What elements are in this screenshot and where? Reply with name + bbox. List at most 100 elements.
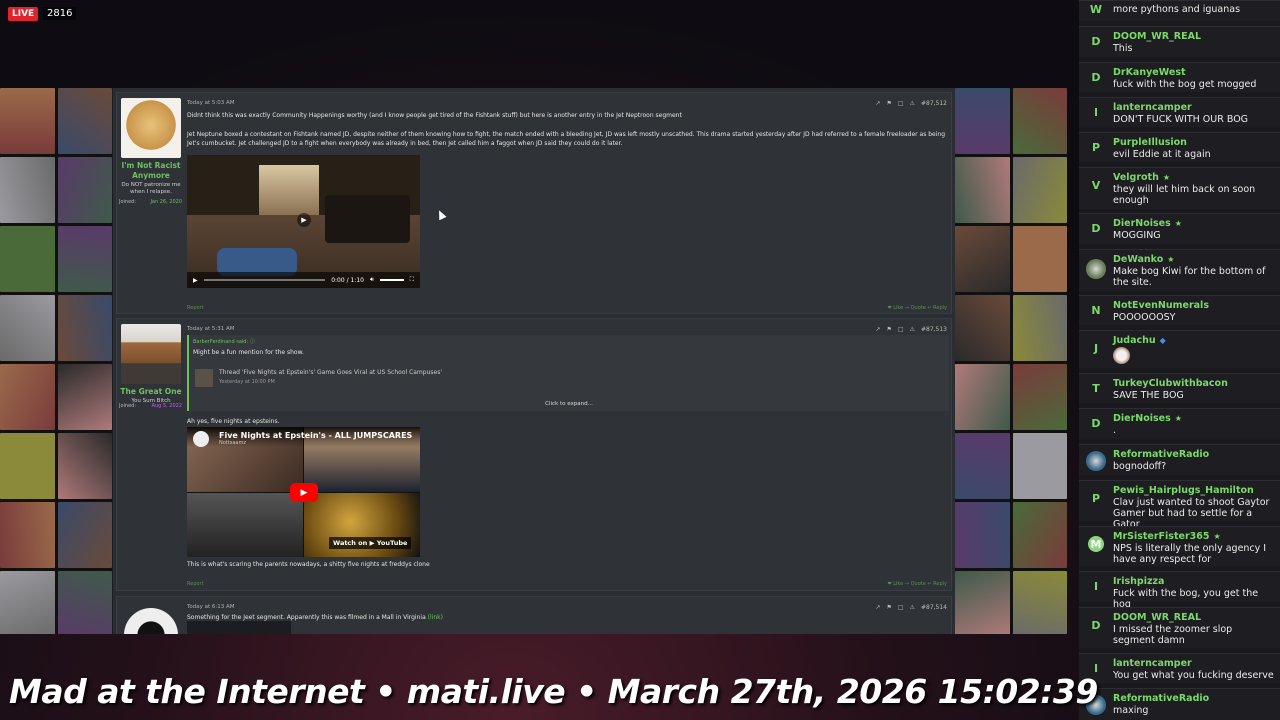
fullscreen-icon[interactable]: ⛶ — [410, 276, 414, 284]
user-badge-icon[interactable]: P — [1088, 490, 1104, 506]
play-icon[interactable]: ▶ — [297, 213, 311, 227]
flag-icon[interactable]: ⚑ — [887, 326, 892, 333]
user-badge-icon[interactable]: N — [1088, 302, 1104, 318]
post-actions[interactable]: ❤ Like → Quote ↩ Reply — [887, 305, 947, 311]
chat-username[interactable]: Irishpizza — [1113, 576, 1164, 587]
yt-channel[interactable]: Nottsaamz — [219, 440, 420, 446]
avatar[interactable] — [121, 324, 181, 384]
bookmark-icon[interactable]: □ — [898, 326, 904, 333]
report-link[interactable]: Report — [187, 305, 204, 311]
chat-username-text[interactable]: Pewis_Hairplugs_Hamilton — [1113, 485, 1254, 496]
click-to-expand[interactable]: Click to expand... — [189, 401, 949, 407]
user-badge-icon[interactable] — [1086, 259, 1106, 279]
chat-username[interactable]: lanterncamper — [1113, 658, 1192, 669]
chat-username[interactable]: ReformativeRadio — [1113, 449, 1209, 460]
chat-username[interactable]: DrKanyeWest — [1113, 67, 1186, 78]
yt-title-text[interactable]: Five Nights at Epstein's - ALL JUMPSCARE… — [219, 431, 412, 440]
chat-username-text[interactable]: NotEvenNumerals — [1113, 300, 1209, 311]
chat-username-text[interactable]: DierNoises — [1113, 413, 1171, 424]
chat-username-text[interactable]: DierNoises — [1113, 218, 1171, 229]
chat-username[interactable]: MrSisterFister365 ★ — [1113, 531, 1221, 542]
chat-username-text[interactable]: DOOM_WR_REAL — [1113, 612, 1201, 623]
youtube-embed[interactable]: Five Nights at Epstein's - ALL JUMPSCARE… — [187, 427, 420, 557]
user-badge-icon[interactable]: T — [1088, 380, 1104, 396]
flag-icon[interactable]: ⚑ — [887, 604, 892, 611]
chat-username[interactable]: TurkeyClubwithbacon — [1113, 378, 1228, 389]
share-icon[interactable]: ↗ — [875, 604, 880, 611]
bookmark-icon[interactable]: □ — [898, 604, 904, 611]
chat-username-text[interactable]: ReformativeRadio — [1113, 693, 1209, 704]
chat-username[interactable]: Pewis_Hairplugs_Hamilton — [1113, 485, 1254, 496]
username[interactable]: The Great One — [117, 387, 185, 397]
embedded-tweet[interactable] — [187, 621, 291, 634]
volume-slider[interactable] — [379, 279, 404, 281]
chat-username-text[interactable]: Velgroth — [1113, 172, 1159, 183]
avatar[interactable] — [121, 602, 181, 634]
bookmark-icon[interactable]: □ — [898, 100, 904, 107]
video-player[interactable]: ▶ ▶ 0:00 / 1:10 🔊︎ ⛶ — [187, 155, 420, 288]
flag-icon[interactable]: ⚑ — [887, 100, 892, 107]
chat-username-text[interactable]: MrSisterFister365 — [1113, 531, 1209, 542]
user-badge-icon[interactable] — [1086, 451, 1106, 471]
user-badge-icon[interactable]: D — [1088, 617, 1104, 633]
thread-link[interactable]: Thread 'Five Nights at Epstein's' Game G… — [219, 368, 442, 377]
post-actions[interactable]: ❤ Like → Quote ↩ Reply — [887, 581, 947, 587]
user-badge-icon[interactable]: J — [1088, 340, 1104, 356]
chat-username[interactable]: DOOM_WR_REAL — [1113, 612, 1201, 623]
post-number[interactable]: #87,512 — [921, 100, 947, 107]
chat-username-text[interactable]: lanterncamper — [1113, 102, 1192, 113]
chat-username[interactable]: DierNoises ★ — [1113, 218, 1182, 229]
collage-image — [57, 433, 112, 499]
username[interactable]: I'm Not Racist Anymore — [117, 161, 185, 181]
chat-username[interactable]: DOOM_WR_REAL — [1113, 31, 1201, 42]
chat-username-text[interactable]: DeWanko — [1113, 254, 1163, 265]
post-time[interactable]: Today at 6:13 AM — [187, 604, 235, 610]
post-time[interactable]: Today at 5:31 AM — [187, 326, 235, 332]
chat-username-text[interactable]: Irishpizza — [1113, 576, 1164, 587]
chat-username[interactable]: DierNoises ★ — [1113, 413, 1182, 424]
video-progress[interactable] — [203, 279, 326, 281]
chat-username[interactable]: NotEvenNumerals — [1113, 300, 1209, 311]
user-badge-icon[interactable]: D — [1088, 33, 1104, 49]
yt-channel-avatar[interactable] — [193, 431, 209, 447]
share-icon[interactable]: ↗ — [875, 100, 880, 107]
user-badge-icon[interactable]: D — [1088, 415, 1104, 431]
youtube-play-icon[interactable]: ▶ — [290, 483, 318, 502]
chat-username-text[interactable]: lanterncamper — [1113, 658, 1192, 669]
volume-icon[interactable]: 🔊︎ — [370, 276, 374, 284]
chat-username-text[interactable]: TurkeyClubwithbacon — [1113, 378, 1228, 389]
watch-on-youtube[interactable]: Watch on ▶ YouTube — [329, 537, 412, 549]
user-badge-icon[interactable]: D — [1088, 69, 1104, 85]
user-badge-icon[interactable]: I — [1088, 578, 1104, 594]
user-badge-icon[interactable]: l — [1088, 104, 1104, 120]
chat-username[interactable]: Judachu ◆ — [1113, 335, 1166, 346]
chat-username-text[interactable]: DrKanyeWest — [1113, 67, 1186, 78]
chat-username[interactable]: DeWanko ★ — [1113, 254, 1174, 265]
warning-icon[interactable]: ⚠ — [910, 604, 915, 611]
report-link[interactable]: Report — [187, 581, 204, 587]
user-badge-icon[interactable]: V — [1088, 177, 1104, 193]
user-badge-icon[interactable]: W — [1088, 1, 1104, 17]
warning-icon[interactable]: ⚠ — [910, 326, 915, 333]
chat-username-text[interactable]: DOOM_WR_REAL — [1113, 31, 1201, 42]
chat-username[interactable]: PurpleIllusion — [1113, 137, 1187, 148]
avatar[interactable] — [121, 98, 181, 158]
yt-title: Five Nights at Epstein's - ALL JUMPSCARE… — [187, 427, 420, 447]
chat-username[interactable]: ReformativeRadio — [1113, 693, 1209, 704]
quote-author[interactable]: BarberFerdinand said: ⓘ — [189, 335, 949, 345]
post-number[interactable]: #87,513 — [921, 326, 947, 333]
play-button[interactable]: ▶ — [193, 277, 198, 284]
user-badge-icon[interactable]: D — [1088, 220, 1104, 236]
post-number[interactable]: #87,514 — [921, 604, 947, 611]
user-badge-icon[interactable]: M — [1088, 536, 1104, 552]
chat-username[interactable]: lanterncamper — [1113, 102, 1192, 113]
chat-username[interactable]: Velgroth ★ — [1113, 172, 1170, 183]
post-link[interactable]: (link) — [428, 614, 443, 621]
chat-username-text[interactable]: PurpleIllusion — [1113, 137, 1187, 148]
share-icon[interactable]: ↗ — [875, 326, 880, 333]
chat-username-text[interactable]: ReformativeRadio — [1113, 449, 1209, 460]
warning-icon[interactable]: ⚠ — [910, 100, 915, 107]
post-time[interactable]: Today at 5:03 AM — [187, 100, 235, 106]
user-badge-icon[interactable]: P — [1088, 139, 1104, 155]
chat-username-text[interactable]: Judachu — [1113, 335, 1156, 346]
